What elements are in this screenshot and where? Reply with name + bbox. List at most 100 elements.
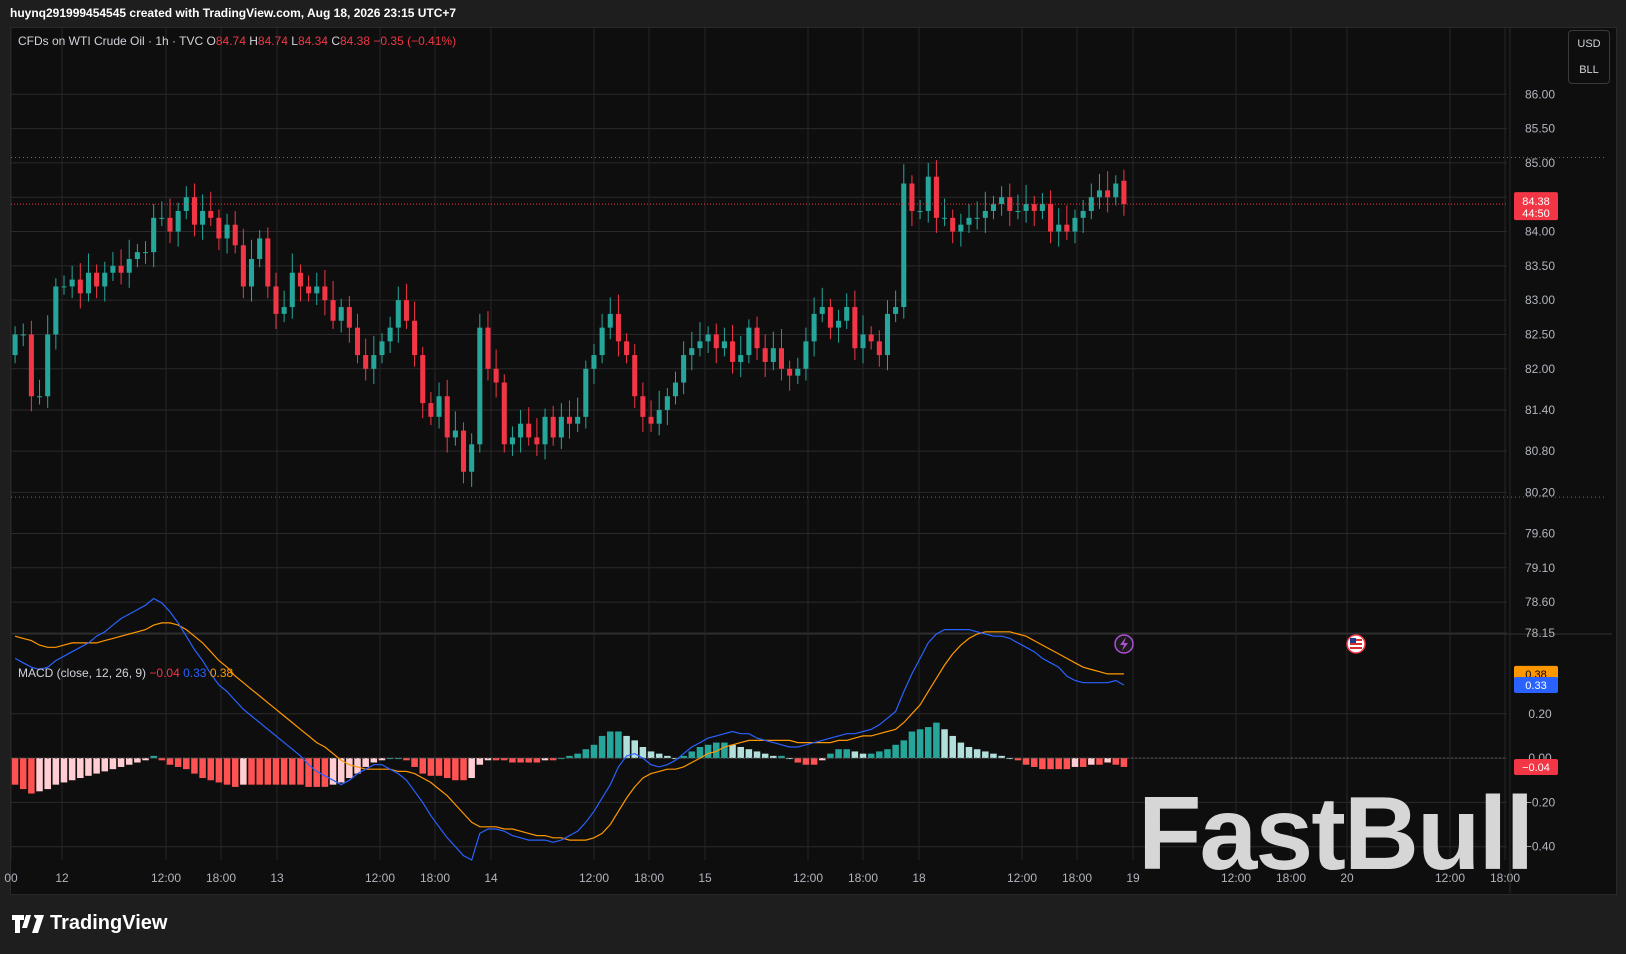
macd-hist-bar <box>908 731 916 759</box>
candle-body <box>664 396 670 410</box>
candle-body <box>289 272 295 308</box>
candle-body <box>893 307 899 314</box>
macd-hist-bar <box>745 749 753 759</box>
candle-body <box>265 238 271 287</box>
candle-body <box>191 197 197 225</box>
macd-hist-bar <box>1022 758 1030 765</box>
candle-body <box>330 300 336 321</box>
macd-hist-bar <box>590 744 598 759</box>
macd-hist-bar <box>215 758 223 783</box>
macd-hist-bar <box>843 749 850 759</box>
currency-selector[interactable]: USD BLL <box>1568 30 1610 84</box>
candle-body <box>738 355 744 362</box>
candle-body <box>200 210 206 225</box>
macd-hist-bar <box>280 758 288 785</box>
candle-body <box>787 368 793 376</box>
macd-hist-bar <box>468 758 475 779</box>
price-tick-label: 78.15 <box>1525 626 1555 640</box>
candle-body <box>681 355 687 383</box>
candle-body <box>338 307 344 321</box>
macd-hist-bar <box>256 758 263 785</box>
macd-signal-value: 0.38 <box>209 666 234 680</box>
candle-body <box>175 210 181 232</box>
candle-body <box>526 423 532 438</box>
flag-stripe-icon <box>1350 647 1362 649</box>
candle-body <box>697 341 703 349</box>
time-tick-label: 18:00 <box>206 871 236 885</box>
time-tick-label: 18:00 <box>1062 871 1092 885</box>
hist-badge-label: −0.04 <box>1522 762 1550 774</box>
candle-body <box>45 334 51 397</box>
candle-body <box>395 300 401 328</box>
macd-title[interactable]: MACD (close, 12, 26, 9) <box>18 666 146 680</box>
macd-hist-bar <box>435 758 443 776</box>
currency-usd[interactable]: USD <box>1569 31 1609 57</box>
candle-body <box>485 327 491 369</box>
candle-body <box>118 265 124 273</box>
macd-hist-bar <box>517 758 524 763</box>
candle-body <box>648 416 654 424</box>
macd-hist-value: −0.04 <box>149 666 180 680</box>
macd-hist-bar <box>884 749 891 759</box>
tradingview-logo[interactable]: TradingView <box>12 912 167 935</box>
candle-body <box>558 416 564 438</box>
macd-hist-bar <box>1047 758 1054 770</box>
candle-body <box>363 355 369 369</box>
candle-body <box>1056 224 1062 232</box>
macd-hist-bar <box>68 758 76 781</box>
time-tick-label: 14 <box>484 871 498 885</box>
macd-hist-bar <box>427 758 435 776</box>
candle-body <box>1048 204 1054 232</box>
low-label: L <box>291 34 298 48</box>
candle-body <box>273 286 279 314</box>
macd-hist-bar <box>419 758 427 774</box>
macd-hist-bar <box>101 758 109 772</box>
macd-hist-bar <box>289 758 296 785</box>
macd-hist-bar <box>125 758 133 765</box>
price-tick-label: 85.00 <box>1525 156 1555 170</box>
candle-body <box>110 265 116 273</box>
candle-body <box>534 437 540 445</box>
macd-hist-bar <box>533 758 541 763</box>
candle-body <box>77 279 83 294</box>
candle-body <box>1105 190 1111 198</box>
candle-body <box>624 341 630 356</box>
candle-body <box>1064 224 1070 232</box>
candle-body <box>412 320 418 356</box>
candle-body <box>632 355 638 397</box>
macd-hist-bar <box>582 749 590 759</box>
candle-body <box>721 341 727 349</box>
currency-unit[interactable]: BLL <box>1569 57 1609 83</box>
macd-hist-bar <box>362 758 369 767</box>
macd-hist-bar <box>933 722 940 759</box>
macd-hist-bar <box>207 758 215 781</box>
candle-body <box>860 334 866 349</box>
symbol-label[interactable]: CFDs on WTI Crude Oil · 1h · TVC <box>18 34 203 48</box>
candle-body <box>550 416 556 438</box>
tradingview-text: TradingView <box>50 912 168 934</box>
candle-body <box>371 355 377 369</box>
low-value: 84.34 <box>297 34 328 48</box>
macd-hist-bar <box>199 758 206 779</box>
high-label: H <box>249 34 258 48</box>
candle-body <box>575 416 581 424</box>
candle-body <box>151 217 157 253</box>
candle-body <box>314 286 320 294</box>
candle-body <box>102 272 108 287</box>
candle-body <box>1121 180 1127 205</box>
macd-hist-bar <box>876 751 883 759</box>
macd-hist-bar <box>1055 758 1062 770</box>
candle-body <box>876 341 882 356</box>
candle-body <box>770 348 776 362</box>
macd-hist-bar <box>60 758 68 783</box>
candle-body <box>672 382 679 397</box>
spacer <box>0 594 1 595</box>
macd-hist-bar <box>166 758 174 765</box>
candle-body <box>403 300 409 321</box>
candle-body <box>167 217 173 232</box>
candle-body <box>469 444 475 472</box>
macd-hist-bar <box>1063 758 1071 770</box>
time-tick-label: 18 <box>912 871 926 885</box>
macd-hist-bar <box>1030 758 1038 767</box>
candle-body <box>1023 204 1029 211</box>
